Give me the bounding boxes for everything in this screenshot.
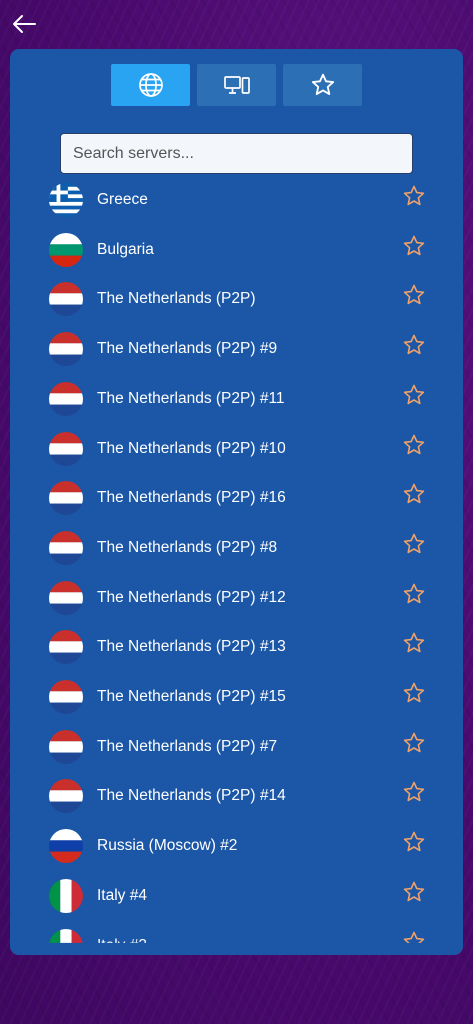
server-tabs <box>10 64 463 106</box>
server-row[interactable]: The Netherlands (P2P) #15 <box>10 673 463 723</box>
server-name: The Netherlands (P2P) #13 <box>97 638 286 656</box>
server-row[interactable]: Greece <box>10 176 463 226</box>
favorite-button[interactable] <box>402 184 426 208</box>
server-row[interactable]: The Netherlands (P2P) #13 <box>10 623 463 673</box>
server-name: The Netherlands (P2P) #7 <box>97 737 278 755</box>
favorite-button[interactable] <box>402 283 426 307</box>
netherlands-flag-icon <box>49 381 83 416</box>
server-row[interactable]: Bulgaria <box>10 226 463 276</box>
tab-devices[interactable] <box>197 64 276 106</box>
favorite-button[interactable] <box>402 830 426 854</box>
netherlands-flag-icon <box>49 282 83 317</box>
star-outline-icon <box>403 483 425 504</box>
favorite-button[interactable] <box>402 681 426 705</box>
server-row[interactable]: The Netherlands (P2P) #16 <box>10 474 463 524</box>
server-name: The Netherlands (P2P) #10 <box>97 439 286 457</box>
favorite-button[interactable] <box>402 930 426 943</box>
server-row[interactable]: The Netherlands (P2P) #10 <box>10 425 463 475</box>
server-row[interactable]: The Netherlands (P2P) #11 <box>10 375 463 425</box>
star-outline-icon <box>403 831 425 852</box>
favorite-button[interactable] <box>402 582 426 606</box>
server-row[interactable]: The Netherlands (P2P) <box>10 275 463 325</box>
favorite-button[interactable] <box>402 780 426 804</box>
bulgaria-flag-icon <box>49 232 83 267</box>
servers-panel: Greece Bulgaria The Netherlands (P2P) The N… <box>10 49 463 955</box>
star-outline-icon <box>403 583 425 603</box>
search-input[interactable] <box>60 133 413 174</box>
server-name: The Netherlands (P2P) #11 <box>97 389 285 407</box>
server-name: The Netherlands (P2P) #16 <box>97 489 286 507</box>
server-name: The Netherlands (P2P) #9 <box>97 340 278 358</box>
globe-icon <box>138 73 163 97</box>
server-row[interactable]: The Netherlands (P2P) #9 <box>10 325 463 375</box>
server-list[interactable]: Greece Bulgaria The Netherlands (P2P) The N… <box>10 176 463 943</box>
favorite-button[interactable] <box>402 532 426 556</box>
greece-flag-icon <box>49 183 83 217</box>
star-outline-icon <box>403 931 425 943</box>
list-fade <box>10 941 463 955</box>
back-button[interactable] <box>8 8 40 40</box>
favorite-button[interactable] <box>402 383 426 407</box>
star-outline-icon <box>403 881 425 901</box>
star-outline-icon <box>403 285 425 305</box>
server-name: Italy #3 <box>97 922 147 944</box>
tab-favorites[interactable] <box>283 64 362 106</box>
server-row[interactable]: The Netherlands (P2P) #8 <box>10 524 463 574</box>
favorite-button[interactable] <box>402 880 426 904</box>
star-outline-icon <box>403 732 425 752</box>
server-name: Greece <box>97 191 148 208</box>
star-outline-icon <box>403 434 425 454</box>
server-name: Bulgaria <box>97 240 154 258</box>
favorite-button[interactable] <box>402 333 426 357</box>
star-outline-icon <box>403 632 425 653</box>
netherlands-flag-icon <box>49 332 83 367</box>
favorite-button[interactable] <box>402 731 426 755</box>
netherlands-flag-icon <box>49 580 83 615</box>
netherlands-flag-icon <box>49 630 83 665</box>
server-row[interactable]: Italy #4 <box>10 872 463 922</box>
server-row[interactable]: The Netherlands (P2P) #14 <box>10 772 463 822</box>
netherlands-flag-icon <box>49 729 83 764</box>
star-outline-icon <box>403 533 425 554</box>
tab-all-servers[interactable] <box>111 64 190 106</box>
russia-flag-icon <box>49 829 83 864</box>
server-name: The Netherlands (P2P) #12 <box>97 588 286 606</box>
devices-icon <box>223 76 250 94</box>
favorite-button[interactable] <box>402 433 426 457</box>
server-name: The Netherlands (P2P) <box>97 290 256 308</box>
server-row[interactable]: The Netherlands (P2P) #12 <box>10 574 463 624</box>
netherlands-flag-icon <box>49 530 83 565</box>
favorite-button[interactable] <box>402 631 426 655</box>
favorite-button[interactable] <box>402 482 426 506</box>
favorite-button[interactable] <box>402 234 426 258</box>
server-row[interactable]: Russia (Moscow) #2 <box>10 822 463 872</box>
server-name: Russia (Moscow) #2 <box>97 837 238 855</box>
netherlands-flag-icon <box>49 481 83 516</box>
server-name: The Netherlands (P2P) #14 <box>97 787 286 805</box>
star-outline-icon <box>403 235 425 255</box>
star-outline-icon <box>403 782 425 802</box>
server-name: The Netherlands (P2P) #8 <box>97 538 278 556</box>
netherlands-flag-icon <box>49 779 83 814</box>
netherlands-flag-icon <box>49 431 83 466</box>
netherlands-flag-icon <box>49 680 83 714</box>
star-outline-icon <box>403 185 425 206</box>
server-row[interactable]: Italy #3 <box>10 922 463 944</box>
star-outline-icon <box>403 682 425 703</box>
star-icon <box>311 73 334 96</box>
server-name: Italy #4 <box>97 886 147 904</box>
star-outline-icon <box>403 384 425 404</box>
star-outline-icon <box>403 334 425 355</box>
arrow-left-icon <box>13 15 36 33</box>
italy-flag-icon <box>49 878 83 913</box>
italy-flag-icon <box>49 928 83 943</box>
server-name: The Netherlands (P2P) #15 <box>97 688 286 705</box>
server-row[interactable]: The Netherlands (P2P) #7 <box>10 723 463 773</box>
